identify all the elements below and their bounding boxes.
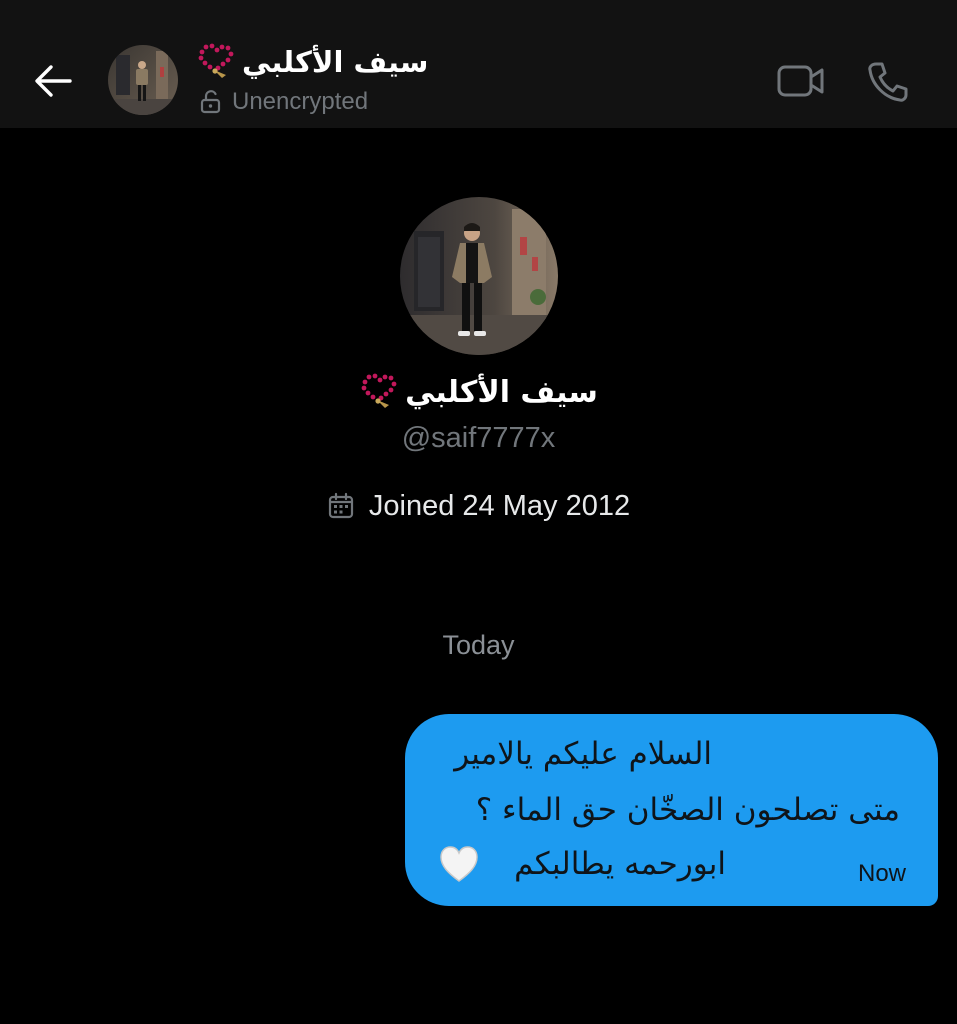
profile-avatar[interactable] (400, 197, 558, 355)
outgoing-message-bubble[interactable]: السلام عليكم يالامير متى تصلحون الصخّان … (405, 714, 938, 906)
joined-date-text: Joined 24 May 2012 (368, 489, 631, 522)
phone-icon (868, 62, 908, 102)
profile-name: سيف الأكلبي (0, 368, 957, 416)
white-heart-icon (440, 846, 478, 882)
video-call-button[interactable] (776, 62, 826, 100)
message-line: ابورحمه يطالبكم (514, 846, 726, 882)
profile-joined: Joined 24 May 2012 (0, 486, 957, 526)
date-separator: Today (442, 630, 515, 660)
conversation-header: سيف الأكلبي Unencrypted (0, 0, 957, 128)
prayer-beads-icon (196, 42, 236, 82)
profile-name-text: سيف الأكلبي (405, 374, 598, 410)
message-line: متى تصلحون الصخّان حق الماء ؟ (475, 792, 900, 828)
voice-call-button[interactable] (866, 60, 910, 104)
encryption-status-text: Unencrypted (232, 88, 369, 115)
calendar-icon (328, 492, 354, 519)
arrow-left-icon (35, 65, 72, 97)
back-button[interactable] (30, 58, 76, 104)
contact-name: سيف الأكلبي (196, 40, 428, 84)
message-timestamp: Now (857, 860, 906, 887)
video-camera-icon (777, 65, 824, 97)
encryption-status: Unencrypted (200, 86, 368, 118)
message-line: السلام عليكم يالامير (454, 736, 712, 772)
prayer-beads-icon (359, 372, 399, 412)
unlocked-padlock-icon (200, 90, 221, 114)
header-avatar[interactable] (108, 45, 178, 115)
contact-name-text: سيف الأكلبي (242, 45, 429, 79)
profile-handle: @saif7777x (401, 422, 556, 454)
